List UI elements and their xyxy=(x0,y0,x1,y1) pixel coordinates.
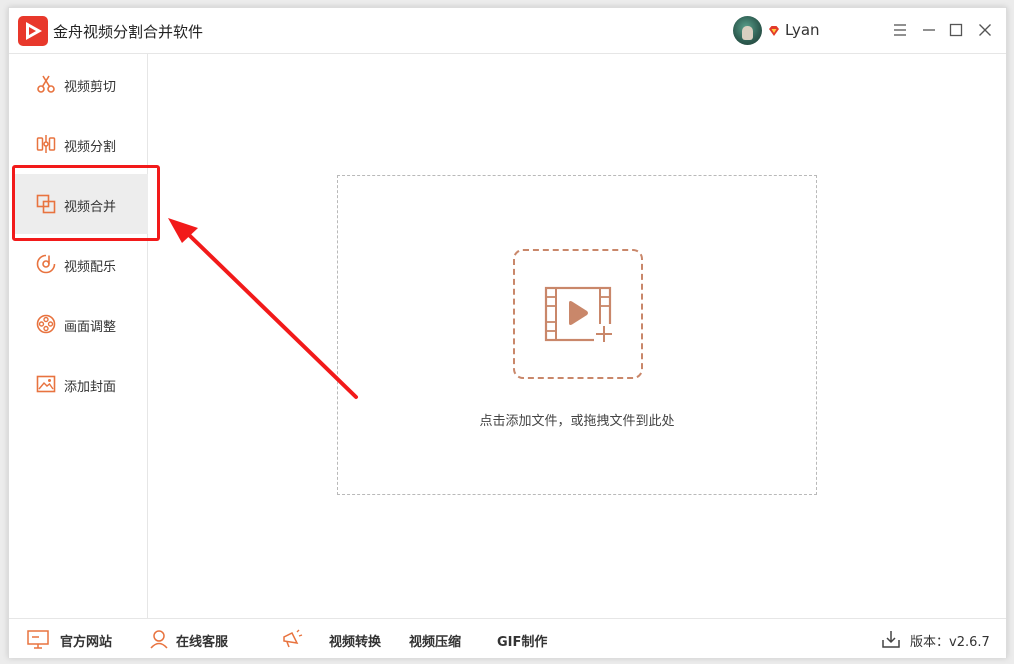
add-video-icon xyxy=(544,286,616,346)
maximize-icon[interactable] xyxy=(947,21,965,39)
online-service-label: 在线客服 xyxy=(176,631,228,650)
avatar[interactable] xyxy=(733,16,762,45)
video-convert-label: 视频转换 xyxy=(329,631,381,650)
minimize-icon[interactable] xyxy=(920,21,938,39)
app-logo-icon xyxy=(18,16,48,46)
sidebar-item-add-cover[interactable]: 添加封面 xyxy=(13,354,148,414)
scissors-icon xyxy=(36,74,56,94)
sidebar-item-video-music[interactable]: 视频配乐 xyxy=(13,234,148,294)
video-convert-link[interactable]: 视频转换 xyxy=(281,619,381,659)
menu-icon[interactable] xyxy=(891,21,909,39)
video-compress-label: 视频压缩 xyxy=(409,631,461,650)
footer-bar: 官方网站 在线客服 视频转换 视频压缩 GIF制作 xyxy=(9,618,1006,658)
online-service-link[interactable]: 在线客服 xyxy=(148,619,238,659)
sidebar-item-label: 视频合并 xyxy=(64,196,116,215)
customer-service-icon xyxy=(148,629,170,649)
video-compress-link[interactable]: 视频压缩 xyxy=(409,619,469,659)
vip-diamond-icon xyxy=(767,24,781,38)
sidebar-item-video-split[interactable]: 视频分割 xyxy=(13,114,148,174)
download-icon xyxy=(881,629,901,649)
image-icon xyxy=(36,374,56,394)
sidebar-item-picture-adjust[interactable]: 画面调整 xyxy=(13,294,148,354)
app-title: 金舟视频分割合并软件 xyxy=(53,21,203,42)
sidebar: 视频剪切 视频分割 视频合并 视频配乐 xyxy=(9,54,148,618)
file-drop-zone[interactable]: 点击添加文件，或拖拽文件到此处 xyxy=(337,175,817,495)
sidebar-item-video-merge[interactable]: 视频合并 xyxy=(13,174,148,234)
sidebar-item-label: 添加封面 xyxy=(64,376,116,395)
music-disc-icon xyxy=(36,254,56,274)
sidebar-item-label: 画面调整 xyxy=(64,316,116,335)
sidebar-item-label: 视频配乐 xyxy=(64,256,116,275)
split-icon xyxy=(36,134,56,154)
sidebar-item-label: 视频剪切 xyxy=(64,76,116,95)
film-reel-icon xyxy=(36,314,56,334)
sidebar-item-video-cut[interactable]: 视频剪切 xyxy=(13,54,148,114)
official-site-link[interactable]: 官方网站 xyxy=(27,619,117,659)
official-site-label: 官方网站 xyxy=(60,631,112,650)
sidebar-item-label: 视频分割 xyxy=(64,136,116,155)
gif-make-link[interactable]: GIF制作 xyxy=(497,619,557,659)
close-icon[interactable] xyxy=(976,21,994,39)
monitor-icon xyxy=(27,629,49,649)
username[interactable]: Lyan xyxy=(785,21,820,39)
version-label: 版本：v2.6.7 xyxy=(910,631,990,650)
merge-icon xyxy=(36,194,56,214)
add-file-button[interactable] xyxy=(513,249,643,379)
gif-make-label: GIF制作 xyxy=(497,631,547,650)
megaphone-icon xyxy=(281,629,303,649)
drop-hint-text: 点击添加文件，或拖拽文件到此处 xyxy=(338,410,816,429)
version-info[interactable]: 版本：v2.6.7 xyxy=(881,619,996,659)
title-bar: 金舟视频分割合并软件 Lyan xyxy=(9,8,1006,54)
